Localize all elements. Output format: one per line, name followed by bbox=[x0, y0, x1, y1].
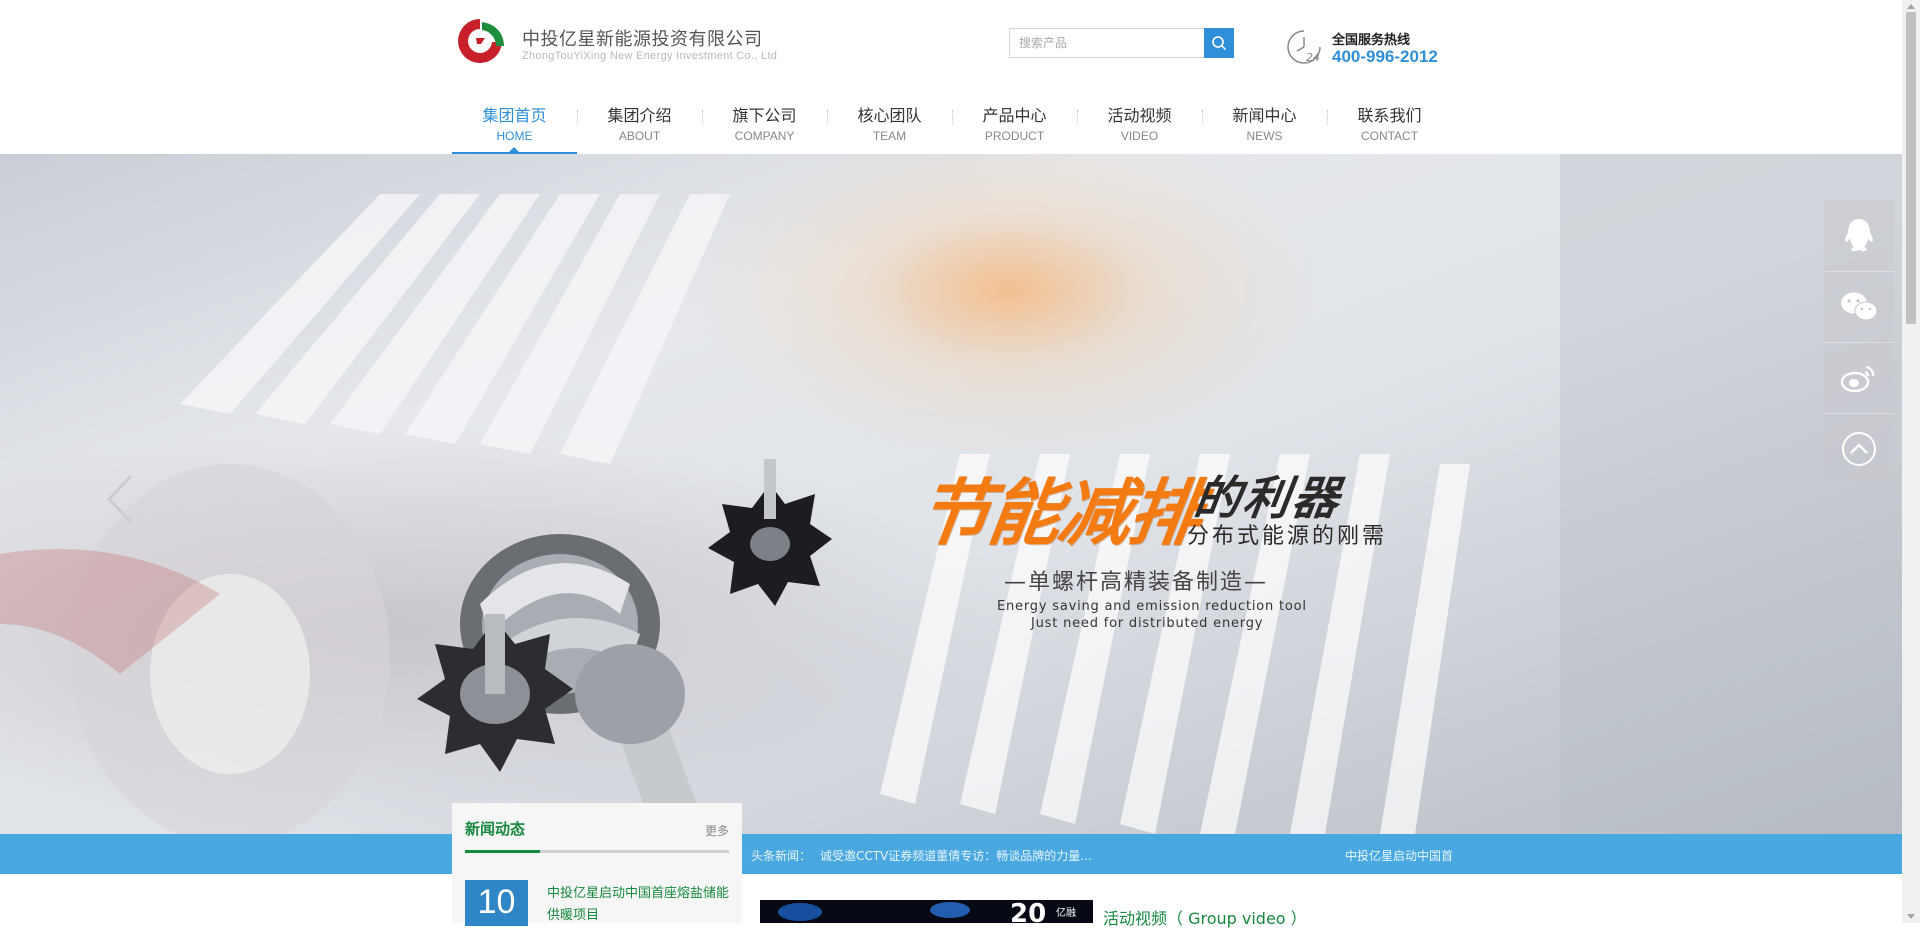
nav-label-en: CONTACT bbox=[1360, 129, 1419, 143]
ticker-label: 头条新闻： bbox=[751, 849, 812, 863]
banner-slogan-main: 节能减排 bbox=[913, 471, 1206, 555]
back-to-top-icon bbox=[1842, 432, 1876, 466]
scroll-thumb[interactable] bbox=[1906, 12, 1916, 324]
news-more-link[interactable]: 更多 bbox=[705, 822, 729, 839]
video-thumbnail[interactable]: 20 亿融 bbox=[760, 900, 1093, 923]
nav-label-en: NEWS bbox=[1246, 129, 1283, 143]
banner-slogan-sub: 分布式能源的刚需 bbox=[1187, 524, 1388, 549]
main-nav: 集团首页 HOME 集团介绍 ABOUT 旗下公司 COMPANY 核心团队 T… bbox=[452, 96, 1452, 154]
nav-label-en: COMPANY bbox=[734, 129, 795, 143]
nav-label-cn: 旗下公司 bbox=[732, 106, 797, 125]
news-date-badge: 10 bbox=[465, 880, 528, 926]
side-toolbar bbox=[1824, 200, 1894, 482]
banner-slogan-en2: Just need for distributed energy bbox=[1031, 616, 1264, 631]
site-header: 中投亿星新能源投资有限公司 ZhongTouYiXing New Energy … bbox=[0, 0, 1902, 154]
nav-item-company[interactable]: 旗下公司 COMPANY bbox=[702, 96, 827, 154]
nav-item-product[interactable]: 产品中心 PRODUCT bbox=[952, 96, 1077, 154]
ticker-headline-link[interactable]: 诚受邀CCTV证券频道董倩专访：畅谈品牌的力量... bbox=[820, 847, 1092, 864]
wechat-button[interactable] bbox=[1824, 271, 1894, 342]
scroll-up-arrow-icon[interactable] bbox=[1906, 2, 1916, 12]
logo-icon[interactable] bbox=[452, 16, 509, 65]
weibo-icon bbox=[1840, 365, 1875, 393]
svg-text:亿融: 亿融 bbox=[1056, 906, 1076, 919]
nav-label-cn: 核心团队 bbox=[857, 106, 922, 125]
nav-item-video[interactable]: 活动视频 VIDEO bbox=[1077, 96, 1202, 154]
search-button[interactable] bbox=[1204, 28, 1234, 58]
nav-label-cn: 联系我们 bbox=[1357, 106, 1422, 125]
company-name-cn: 中投亿星新能源投资有限公司 bbox=[522, 29, 763, 50]
banner-slogan-en1: Energy saving and emission reduction too… bbox=[997, 599, 1307, 614]
nav-label-cn: 活动视频 bbox=[1107, 106, 1172, 125]
news-panel: 新闻动态 更多 10 中投亿星启动中国首座熔盐储能供暖项目 bbox=[452, 803, 742, 926]
search-input[interactable] bbox=[1010, 29, 1209, 57]
nav-label-cn: 新闻中心 bbox=[1232, 106, 1297, 125]
hero-banner: 节能减排 的利器 分布式能源的刚需 —单螺杆高精装备制造— Energy sav… bbox=[0, 154, 1902, 834]
nav-label-en: ABOUT bbox=[618, 129, 661, 143]
nav-item-news[interactable]: 新闻中心 NEWS bbox=[1202, 96, 1327, 154]
headline-ticker: 头条新闻： 诚受邀CCTV证券频道董倩专访：畅谈品牌的力量... 中投亿星启动中… bbox=[0, 834, 1902, 874]
nav-label-en: PRODUCT bbox=[984, 129, 1045, 143]
nav-item-team[interactable]: 核心团队 TEAM bbox=[827, 96, 952, 154]
video-preview-image: 20 亿融 bbox=[760, 900, 1093, 923]
nav-item-home[interactable]: 集团首页 HOME bbox=[452, 96, 577, 154]
nav-item-contact[interactable]: 联系我们 CONTACT bbox=[1327, 96, 1452, 154]
scroll-down-arrow-icon[interactable] bbox=[1906, 911, 1916, 921]
arrow-right-icon[interactable] bbox=[1764, 472, 1798, 526]
qq-button[interactable] bbox=[1824, 200, 1894, 270]
back-to-top-button[interactable] bbox=[1824, 413, 1894, 484]
svg-text:20: 20 bbox=[1010, 900, 1046, 923]
nav-active-caret bbox=[509, 147, 519, 152]
arrow-left-icon[interactable] bbox=[103, 472, 137, 526]
nav-label-cn: 集团介绍 bbox=[607, 106, 672, 125]
hotline-label: 全国服务热线 bbox=[1332, 33, 1411, 48]
divider-accent bbox=[465, 850, 540, 853]
nav-item-about[interactable]: 集团介绍 ABOUT bbox=[577, 96, 702, 154]
ticker-headline-link-2[interactable]: 中投亿星启动中国首 bbox=[1345, 847, 1453, 864]
company-name-en: ZhongTouYiXing New Energy Investment Co.… bbox=[522, 50, 778, 62]
qq-icon bbox=[1845, 219, 1873, 252]
hotline-number[interactable]: 400-996-2012 bbox=[1332, 47, 1438, 67]
nav-label-en: VIDEO bbox=[1120, 129, 1159, 143]
news-item-link[interactable]: 中投亿星启动中国首座熔盐储能供暖项目 bbox=[547, 883, 732, 927]
weibo-button[interactable] bbox=[1824, 342, 1894, 413]
nav-label-cn: 集团首页 bbox=[482, 106, 547, 125]
search-box bbox=[1009, 28, 1209, 58]
banner-slogan-line3: —单螺杆高精装备制造— bbox=[1004, 570, 1269, 595]
page-scrollbar[interactable] bbox=[1902, 0, 1920, 923]
clock-24-icon: 24 bbox=[1287, 30, 1321, 64]
screw-rotor-image bbox=[417, 459, 832, 834]
nav-label-en: TEAM bbox=[872, 129, 907, 143]
nav-label-cn: 产品中心 bbox=[982, 106, 1047, 125]
svg-text:24: 24 bbox=[1306, 51, 1320, 64]
news-section-title: 新闻动态 bbox=[465, 820, 526, 838]
video-section-title[interactable]: 活动视频（ Group video ） bbox=[1103, 905, 1307, 929]
nav-label-en: HOME bbox=[496, 129, 533, 143]
wechat-icon bbox=[1841, 292, 1878, 321]
search-icon bbox=[1212, 36, 1227, 51]
